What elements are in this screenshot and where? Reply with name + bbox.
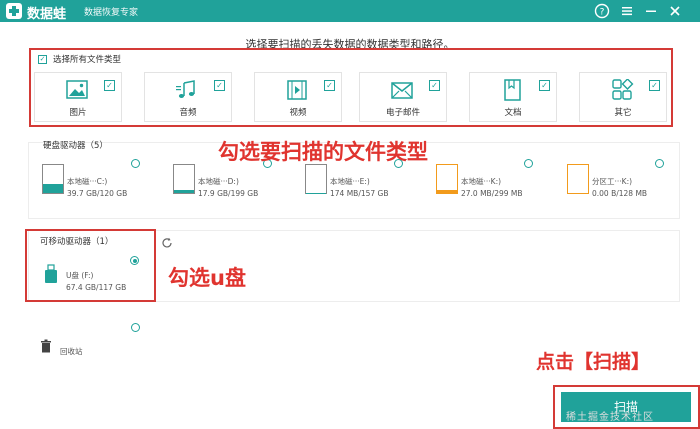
- drive-usage-bar: [437, 190, 457, 193]
- drive-radio[interactable]: [655, 159, 664, 168]
- annotation-click-scan: 点击【扫描】: [536, 351, 651, 373]
- drive-name: 本地磁···D:): [198, 177, 239, 186]
- drive-radio[interactable]: [524, 159, 533, 168]
- drive-size: 174 MB/157 GB: [330, 189, 389, 198]
- drive-usage-bar: [43, 183, 63, 193]
- title-bar: 数据蛙 数据恢复专家 ?: [0, 0, 700, 22]
- drive-name: 本地磁···C:): [67, 177, 108, 186]
- hard-drive-section-title: 硬盘驱动器（5）: [43, 141, 108, 151]
- svg-text:?: ?: [600, 8, 605, 18]
- minimize-icon[interactable]: [641, 1, 661, 21]
- drive-usage-bar: [174, 190, 194, 193]
- drive-icon: [173, 164, 195, 194]
- help-icon[interactable]: ?: [592, 1, 612, 21]
- watermark-text: 稀土掘金技术社区: [566, 412, 654, 423]
- app-name: 数据蛙: [27, 7, 67, 22]
- app-logo-icon: [6, 3, 22, 19]
- drive-size: 39.7 GB/120 GB: [67, 189, 128, 198]
- drive-icon: [42, 164, 64, 194]
- close-icon[interactable]: [665, 1, 685, 21]
- drive-size: 27.0 MB/299 MB: [461, 189, 523, 198]
- drive-radio[interactable]: [131, 159, 140, 168]
- drive-size: 0.00 B/128 MB: [592, 189, 648, 198]
- app-subtitle: 数据恢复专家: [84, 8, 139, 18]
- trash-icon: [40, 338, 52, 353]
- annotation-box-file-types: [29, 48, 673, 127]
- drive-name: 本地磁···K:): [461, 177, 502, 186]
- drive-icon: [305, 164, 327, 194]
- drive-name: 分区工···K:): [592, 177, 633, 186]
- drive-name: 本地磁···E:): [330, 177, 370, 186]
- drive-size: 17.9 GB/199 GB: [198, 189, 259, 198]
- recycle-bin-radio[interactable]: [131, 323, 140, 332]
- refresh-icon[interactable]: [161, 234, 173, 248]
- drive-icon: [567, 164, 589, 194]
- annotation-select-types: 勾选要扫描的文件类型: [218, 140, 428, 164]
- annotation-select-usb: 勾选u盘: [168, 266, 246, 290]
- recycle-bin-label: 回收站: [60, 347, 83, 356]
- annotation-box-usb: [25, 229, 156, 302]
- drive-icon: [436, 164, 458, 194]
- menu-icon[interactable]: [617, 1, 637, 21]
